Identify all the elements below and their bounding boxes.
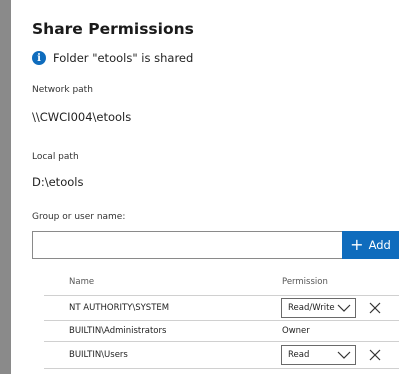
info-icon: i	[32, 51, 46, 65]
permission-dropdown[interactable]: Read/Write	[281, 298, 356, 318]
plus-icon: +	[350, 235, 364, 254]
group-user-input[interactable]	[32, 231, 342, 259]
share-permissions-panel: Share Permissions i Folder "etools" is s…	[11, 0, 400, 374]
add-button[interactable]: + Add	[342, 231, 399, 259]
permissions-table: Name Permission NT AUTHORITY\SYSTEM Read…	[44, 272, 399, 369]
column-header-name: Name	[69, 277, 95, 287]
local-path-label: Local path	[32, 152, 79, 162]
background-overlay	[0, 0, 11, 374]
row-name: BUILTIN\Administrators	[69, 326, 167, 336]
remove-entry-button[interactable]	[368, 348, 382, 362]
table-header: Name Permission	[44, 272, 399, 296]
group-user-label: Group or user name:	[32, 212, 126, 222]
local-path-value: D:\etools	[32, 175, 84, 189]
share-status: i Folder "etools" is shared	[32, 51, 193, 65]
permission-dropdown-value: Read	[288, 350, 310, 360]
add-user-row: + Add	[32, 231, 399, 259]
add-button-label: Add	[368, 238, 391, 252]
permission-dropdown[interactable]: Read	[281, 345, 356, 365]
row-name: BUILTIN\Users	[69, 350, 128, 360]
share-status-text: Folder "etools" is shared	[53, 51, 194, 65]
panel-title: Share Permissions	[32, 20, 194, 38]
remove-entry-button[interactable]	[368, 301, 382, 315]
column-header-permission: Permission	[282, 277, 328, 287]
row-permission: Owner	[282, 326, 310, 336]
chevron-down-icon	[337, 351, 351, 359]
chevron-down-icon	[337, 304, 351, 312]
table-row: NT AUTHORITY\SYSTEM Read/Write	[44, 296, 399, 321]
row-name: NT AUTHORITY\SYSTEM	[69, 303, 170, 313]
network-path-label: Network path	[32, 85, 93, 95]
permission-dropdown-value: Read/Write	[288, 303, 335, 313]
table-row: BUILTIN\Administrators Owner	[44, 321, 399, 342]
table-row: BUILTIN\Users Read	[44, 342, 399, 369]
network-path-value: \\CWCI004\etools	[32, 110, 132, 124]
